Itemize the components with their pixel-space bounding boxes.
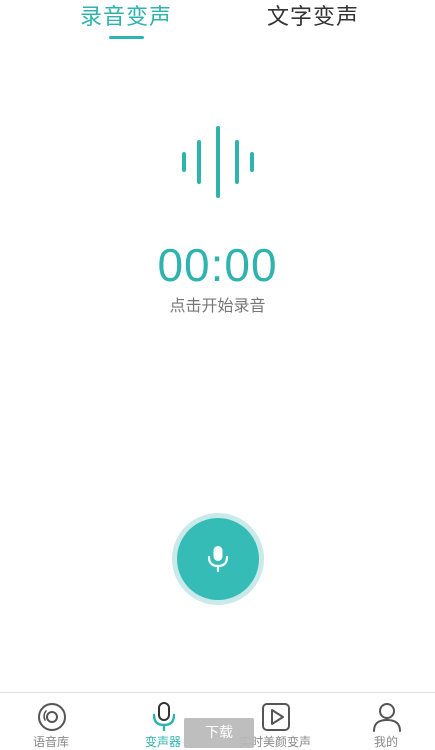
record-button[interactable] [172, 513, 264, 605]
nav-label: 我的 [373, 735, 398, 749]
download-button[interactable]: 下载 [184, 718, 254, 748]
active-tab-indicator [109, 36, 144, 39]
nav-item-mine[interactable]: 我的 [341, 693, 431, 750]
microphone-icon [207, 546, 229, 573]
tab-text[interactable]: 文字变声 [267, 2, 359, 34]
mode-tabs: 录音变声 文字变声 [0, 0, 435, 44]
record-button-core[interactable] [177, 518, 259, 600]
user-icon [373, 703, 401, 732]
microphone-icon [152, 702, 176, 732]
record-hint: 点击开始录音 [169, 296, 266, 315]
nav-item-voice-library[interactable]: 语音库 [6, 693, 96, 750]
recording-timer: 00:00 [157, 239, 278, 291]
tab-record[interactable]: 录音变声 [80, 2, 172, 34]
disc-icon [38, 703, 66, 731]
nav-label: 语音库 [32, 735, 69, 749]
play-icon [262, 703, 290, 731]
voice-changer-screen: 录音变声 文字变声 00:00 点击开始录音 语音库 变声器 实时美颜变声 我的… [0, 0, 435, 750]
waveform-icon [182, 126, 254, 198]
